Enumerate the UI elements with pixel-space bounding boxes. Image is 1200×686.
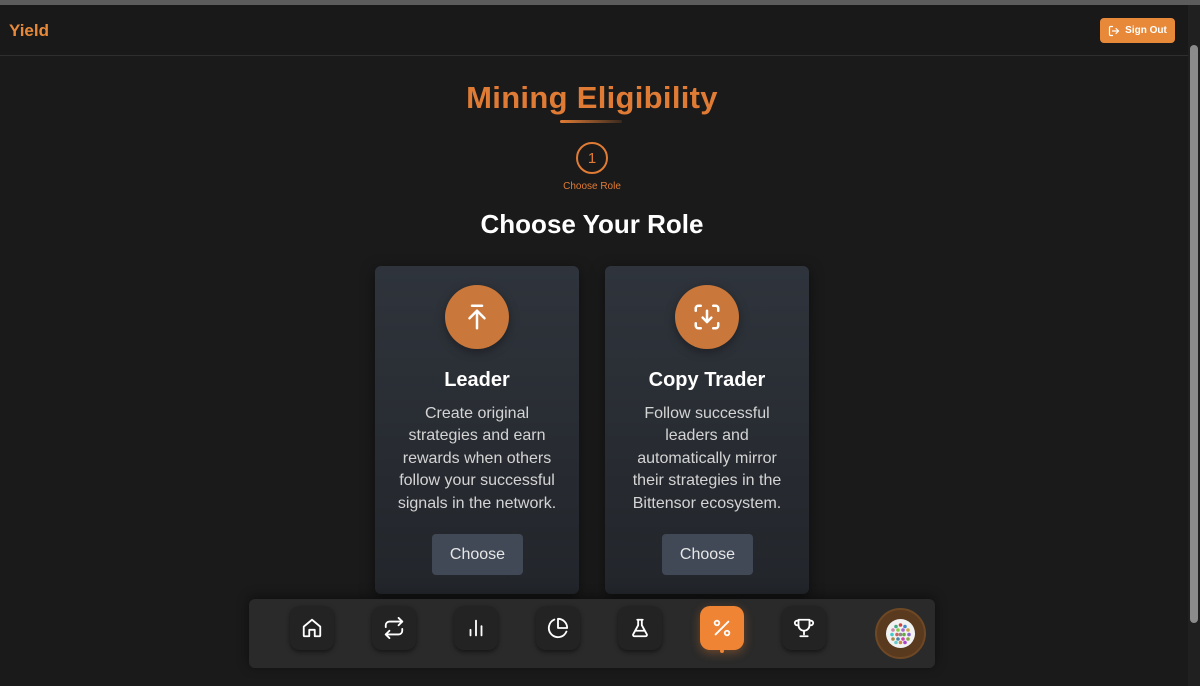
section-heading: Choose Your Role <box>480 209 704 239</box>
nav-home-button[interactable] <box>290 606 334 650</box>
bottom-nav-dock <box>249 599 935 668</box>
role-card-leader: Leader Create original strategies and ea… <box>375 266 579 594</box>
role-icon-badge <box>445 285 509 349</box>
title-underline <box>560 120 622 123</box>
nav-stats-button[interactable] <box>454 606 498 650</box>
role-icon-badge <box>675 285 739 349</box>
trophy-icon <box>793 618 815 638</box>
percent-icon <box>713 619 731 637</box>
bar-chart-icon <box>469 619 483 637</box>
scrollbar-thumb[interactable] <box>1190 45 1198 623</box>
nav-lab-button[interactable] <box>618 606 662 650</box>
top-header: Yield Sign Out <box>0 5 1188 56</box>
nav-portfolio-button[interactable] <box>536 606 580 650</box>
nav-swap-button[interactable] <box>372 606 416 650</box>
role-title: Leader <box>444 369 510 391</box>
sign-out-label: Sign Out <box>1125 25 1167 36</box>
arrow-up-to-line-icon <box>468 304 486 330</box>
role-title: Copy Trader <box>648 369 766 391</box>
pie-chart-icon <box>547 617 569 638</box>
role-description: Follow successful leaders and automatica… <box>632 405 782 512</box>
choose-leader-button[interactable]: Choose <box>432 534 523 575</box>
home-icon <box>302 618 322 638</box>
user-avatar[interactable] <box>875 608 926 659</box>
sign-out-button[interactable]: Sign Out <box>1100 18 1175 43</box>
scan-download-icon <box>694 304 720 330</box>
page-title: Mining Eligibility <box>466 80 718 115</box>
avatar-icon <box>886 619 915 648</box>
choose-copy-trader-button[interactable]: Choose <box>662 534 753 575</box>
nav-mining-button[interactable] <box>700 606 744 650</box>
active-indicator-dot <box>720 649 724 653</box>
role-description: Create original strategies and earn rewa… <box>397 405 557 512</box>
brand-logo[interactable]: Yield <box>9 21 49 41</box>
dot-pattern-avatar-icon <box>890 623 911 645</box>
repeat-icon <box>384 617 404 639</box>
step-label: Choose Role <box>563 181 621 192</box>
step-indicator: 1 <box>576 142 608 174</box>
logout-icon <box>1109 25 1120 36</box>
role-card-copy-trader: Copy Trader Follow successful leaders an… <box>605 266 809 594</box>
flask-icon <box>632 618 648 638</box>
nav-leaderboard-button[interactable] <box>782 606 826 650</box>
